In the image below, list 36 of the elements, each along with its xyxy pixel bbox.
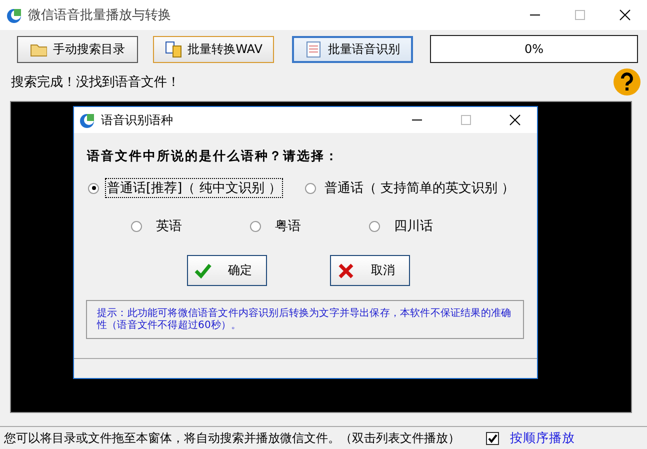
dialog-button[interactable]: 取消 bbox=[330, 255, 410, 286]
maximize-icon bbox=[460, 114, 472, 126]
radio-button[interactable] bbox=[131, 220, 142, 232]
radio-button[interactable] bbox=[369, 220, 380, 232]
status-text: 搜索完成！没找到语音文件！ bbox=[11, 74, 180, 91]
hint-text: 提示：此功能可将微信语音文件内容识别后转换为文字并导出保存，本软件不保证结果的准确性（语音文件不得超过60秒）。 bbox=[97, 308, 512, 332]
documents-icon bbox=[164, 40, 182, 58]
close-icon bbox=[337, 262, 355, 280]
option-label[interactable]: 普通话（ 支持简单的英文识别 ） bbox=[322, 178, 517, 198]
help-icon bbox=[613, 68, 641, 96]
checkbox[interactable] bbox=[486, 432, 499, 444]
option-label[interactable]: 英语 bbox=[154, 216, 184, 236]
radio-button[interactable] bbox=[88, 182, 99, 194]
app-icon bbox=[79, 112, 95, 128]
question-text: 语音文件中所说的是什么语种？请选择： bbox=[87, 148, 340, 165]
progress-text: 0% bbox=[524, 42, 544, 56]
check-icon bbox=[487, 432, 498, 444]
maximize-icon bbox=[574, 9, 586, 21]
dialog-button[interactable]: 确定 bbox=[187, 255, 267, 286]
toolbar-button[interactable]: 批量转换WAV bbox=[153, 36, 274, 62]
hint-text: 您可以将目录或文件拖至本窗体，将自动搜索并播放微信文件。（双击列表文件播放） bbox=[4, 430, 460, 446]
close-icon bbox=[509, 114, 521, 126]
close-icon bbox=[619, 9, 631, 21]
check-icon bbox=[194, 262, 212, 280]
notepad-icon bbox=[305, 40, 322, 58]
window-title: 语音识别语种 bbox=[101, 112, 173, 128]
window-title: 微信语音批量播放与转换 bbox=[28, 7, 171, 24]
option-label[interactable]: 普通话[推荐]（ 纯中文识别 ） bbox=[105, 178, 284, 198]
radio-button[interactable] bbox=[305, 182, 316, 194]
toolbar-button[interactable]: 手动搜索目录 bbox=[17, 36, 138, 62]
option-label[interactable]: 粤语 bbox=[273, 216, 303, 236]
radio-button[interactable] bbox=[250, 220, 261, 232]
checkbox-label[interactable]: 按顺序播放 bbox=[510, 430, 575, 446]
toolbar-button[interactable]: 批量语音识别 bbox=[292, 36, 413, 62]
option-label[interactable]: 四川话 bbox=[392, 216, 435, 236]
app-icon bbox=[6, 7, 22, 23]
